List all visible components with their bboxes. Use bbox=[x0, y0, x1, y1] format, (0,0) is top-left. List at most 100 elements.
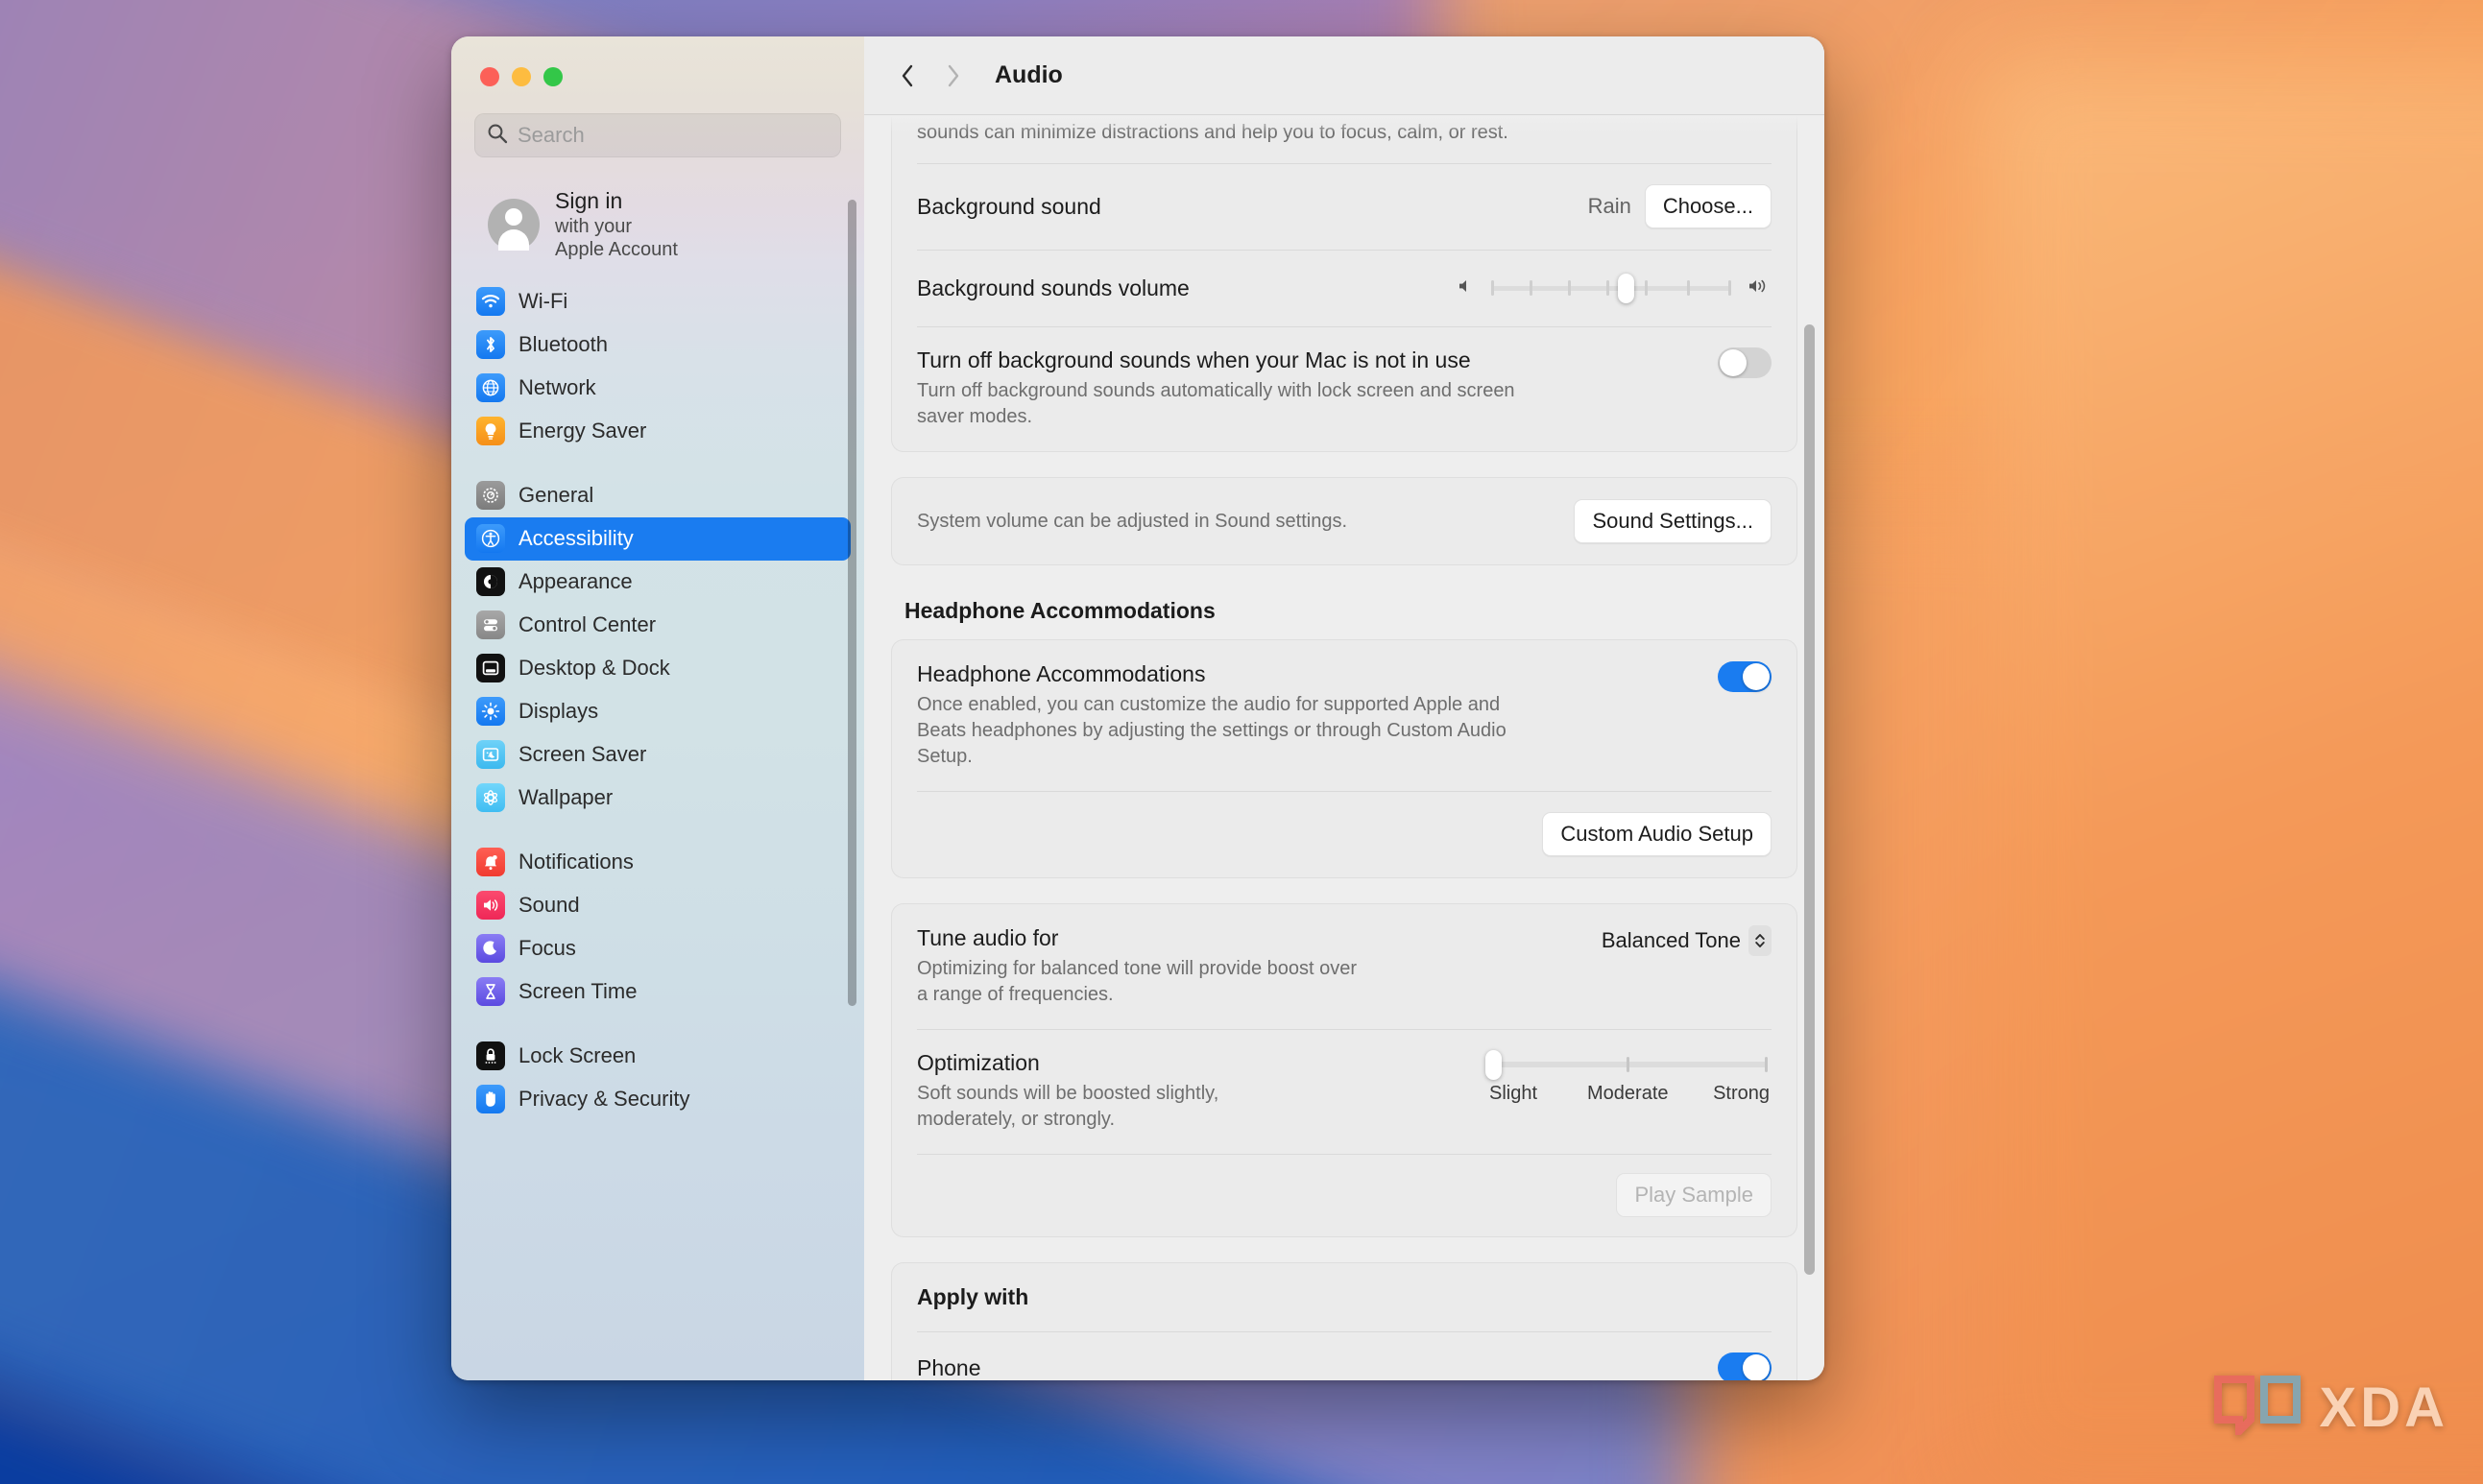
optimization-row: Optimization Soft sounds will be boosted… bbox=[892, 1029, 1796, 1154]
chevron-left-icon[interactable] bbox=[889, 58, 926, 94]
signin-line1: Sign in bbox=[555, 188, 623, 213]
sidebar-item-label: Notifications bbox=[518, 850, 634, 874]
bluetooth-icon bbox=[476, 330, 505, 360]
main-pane: Audio sounds can minimize distractions a… bbox=[864, 36, 1824, 1380]
optimization-label-slight: Slight bbox=[1489, 1083, 1538, 1104]
apply-with-card: Apply with Phone bbox=[891, 1262, 1797, 1380]
page-title: Audio bbox=[995, 61, 1063, 88]
sidebar-item-bluetooth[interactable]: Bluetooth bbox=[465, 323, 851, 367]
globe-icon bbox=[476, 373, 505, 403]
optimization-label-moderate: Moderate bbox=[1587, 1083, 1669, 1104]
headphone-accommodations-toggle[interactable] bbox=[1718, 661, 1772, 692]
sidebar-item-energy-saver[interactable]: Energy Saver bbox=[465, 410, 851, 453]
sidebar-group-notifications: Notifications Sound Focus Screen Time bbox=[465, 841, 851, 1014]
moon-icon bbox=[476, 934, 505, 964]
play-sample-row: Play Sample bbox=[892, 1154, 1796, 1236]
tune-audio-for-row: Tune audio for Optimizing for balanced t… bbox=[892, 904, 1796, 1029]
choose-sound-button[interactable]: Choose... bbox=[1644, 184, 1772, 228]
sidebar-item-control-center[interactable]: Control Center bbox=[465, 604, 851, 647]
wallpaper-icon bbox=[476, 783, 505, 813]
tune-audio-card: Tune audio for Optimizing for balanced t… bbox=[891, 903, 1797, 1237]
chevron-right-icon[interactable] bbox=[935, 58, 972, 94]
sidebar-item-general[interactable]: General bbox=[465, 474, 851, 517]
slider-tick bbox=[1606, 280, 1609, 296]
wifi-icon bbox=[476, 287, 505, 317]
optimization-label-strong: Strong bbox=[1713, 1083, 1770, 1104]
sidebar-item-focus[interactable]: Focus bbox=[465, 927, 851, 970]
sidebar-item-accessibility[interactable]: Accessibility bbox=[465, 516, 851, 561]
hourglass-icon bbox=[476, 977, 505, 1007]
turn-off-background-sounds-toggle[interactable] bbox=[1718, 347, 1772, 378]
sidebar-item-displays[interactable]: Displays bbox=[465, 690, 851, 733]
lock-icon bbox=[476, 1041, 505, 1071]
sidebar-item-desktop-dock[interactable]: Desktop & Dock bbox=[465, 647, 851, 690]
sidebar-group-system: General Accessibility Appearance Control… bbox=[465, 474, 851, 820]
sidebar-item-label: Focus bbox=[518, 936, 576, 961]
sidebar-item-network[interactable]: Network bbox=[465, 367, 851, 410]
speaker-low-icon bbox=[1455, 275, 1476, 301]
search-input[interactable] bbox=[518, 123, 829, 148]
sidebar: Sign in with your Apple Account Wi-Fi bbox=[451, 36, 864, 1380]
zoom-button[interactable] bbox=[543, 67, 563, 86]
sidebar-item-wifi[interactable]: Wi-Fi bbox=[465, 280, 851, 323]
sound-settings-card: System volume can be adjusted in Sound s… bbox=[891, 477, 1797, 565]
sidebar-item-appearance[interactable]: Appearance bbox=[465, 561, 851, 604]
sidebar-item-lock-screen[interactable]: Lock Screen bbox=[465, 1035, 851, 1078]
slider-thumb[interactable] bbox=[1618, 274, 1634, 303]
apple-account-signin[interactable]: Sign in with your Apple Account bbox=[465, 165, 851, 267]
optimization-label: Optimization bbox=[917, 1050, 1040, 1075]
sidebar-item-screen-saver[interactable]: Screen Saver bbox=[465, 733, 851, 777]
signin-line2: with your bbox=[555, 215, 633, 237]
main-scrollbar[interactable] bbox=[1804, 324, 1815, 1275]
volume-slider-group bbox=[1455, 271, 1772, 305]
sidebar-item-label: Screen Saver bbox=[518, 742, 647, 767]
apply-with-heading: Apply with bbox=[917, 1284, 1029, 1309]
slider-tick bbox=[1687, 280, 1690, 296]
close-button[interactable] bbox=[480, 67, 499, 86]
sound-settings-button[interactable]: Sound Settings... bbox=[1574, 499, 1772, 543]
sidebar-item-label: Screen Time bbox=[518, 979, 638, 1004]
background-sounds-intro-row: sounds can minimize distractions and hel… bbox=[892, 115, 1796, 163]
headphone-accommodations-heading: Headphone Accommodations bbox=[904, 598, 1216, 623]
background-sound-row: Background sound Rain Choose... bbox=[892, 163, 1796, 250]
hand-icon bbox=[476, 1085, 505, 1114]
sound-settings-note: System volume can be adjusted in Sound s… bbox=[917, 510, 1348, 532]
screen-saver-icon bbox=[476, 740, 505, 770]
sidebar-item-wallpaper[interactable]: Wallpaper bbox=[465, 777, 851, 820]
sidebar-item-label: Wallpaper bbox=[518, 785, 614, 810]
settings-scroll-area[interactable]: sounds can minimize distractions and hel… bbox=[864, 115, 1824, 1380]
play-sample-button[interactable]: Play Sample bbox=[1616, 1173, 1772, 1217]
background-sounds-volume-label: Background sounds volume bbox=[917, 275, 1190, 300]
background-sounds-volume-slider[interactable] bbox=[1491, 271, 1731, 305]
slider-tick-moderate bbox=[1627, 1057, 1629, 1072]
control-center-icon bbox=[476, 610, 505, 640]
sidebar-group-security: Lock Screen Privacy & Security bbox=[465, 1035, 851, 1121]
sidebar-scrollbar[interactable] bbox=[848, 200, 856, 1006]
optimization-sub: Soft sounds will be boosted slightly, mo… bbox=[917, 1083, 1219, 1130]
minimize-button[interactable] bbox=[512, 67, 531, 86]
optimization-slider[interactable] bbox=[1485, 1050, 1768, 1080]
search-box[interactable] bbox=[474, 113, 841, 157]
background-sound-value: Rain bbox=[1587, 194, 1631, 218]
turn-off-background-sounds-row: Turn off background sounds when your Mac… bbox=[892, 326, 1796, 451]
slider-tick bbox=[1728, 280, 1731, 296]
avatar bbox=[488, 198, 540, 251]
toolbar: Audio bbox=[864, 36, 1824, 115]
slider-thumb[interactable] bbox=[1485, 1050, 1502, 1080]
custom-audio-setup-button[interactable]: Custom Audio Setup bbox=[1542, 812, 1772, 856]
slider-tick bbox=[1491, 280, 1494, 296]
headphone-accommodations-card: Headphone Accommodations Once enabled, y… bbox=[891, 639, 1797, 878]
headphone-accommodations-label: Headphone Accommodations bbox=[917, 661, 1206, 686]
slider-tick-strong bbox=[1765, 1057, 1768, 1072]
sidebar-item-sound[interactable]: Sound bbox=[465, 884, 851, 927]
window-traffic-lights bbox=[451, 36, 864, 86]
sidebar-item-screen-time[interactable]: Screen Time bbox=[465, 970, 851, 1014]
sidebar-item-notifications[interactable]: Notifications bbox=[465, 841, 851, 884]
headphone-accommodations-sub: Once enabled, you can customize the audi… bbox=[917, 694, 1507, 767]
chevron-up-down-icon bbox=[1748, 925, 1772, 956]
headphone-accommodations-row: Headphone Accommodations Once enabled, y… bbox=[892, 640, 1796, 791]
sidebar-item-label: Energy Saver bbox=[518, 419, 647, 443]
tune-audio-for-popup[interactable]: Balanced Tone bbox=[1602, 925, 1772, 956]
apply-with-phone-toggle[interactable] bbox=[1718, 1352, 1772, 1380]
sidebar-item-privacy-security[interactable]: Privacy & Security bbox=[465, 1078, 851, 1121]
